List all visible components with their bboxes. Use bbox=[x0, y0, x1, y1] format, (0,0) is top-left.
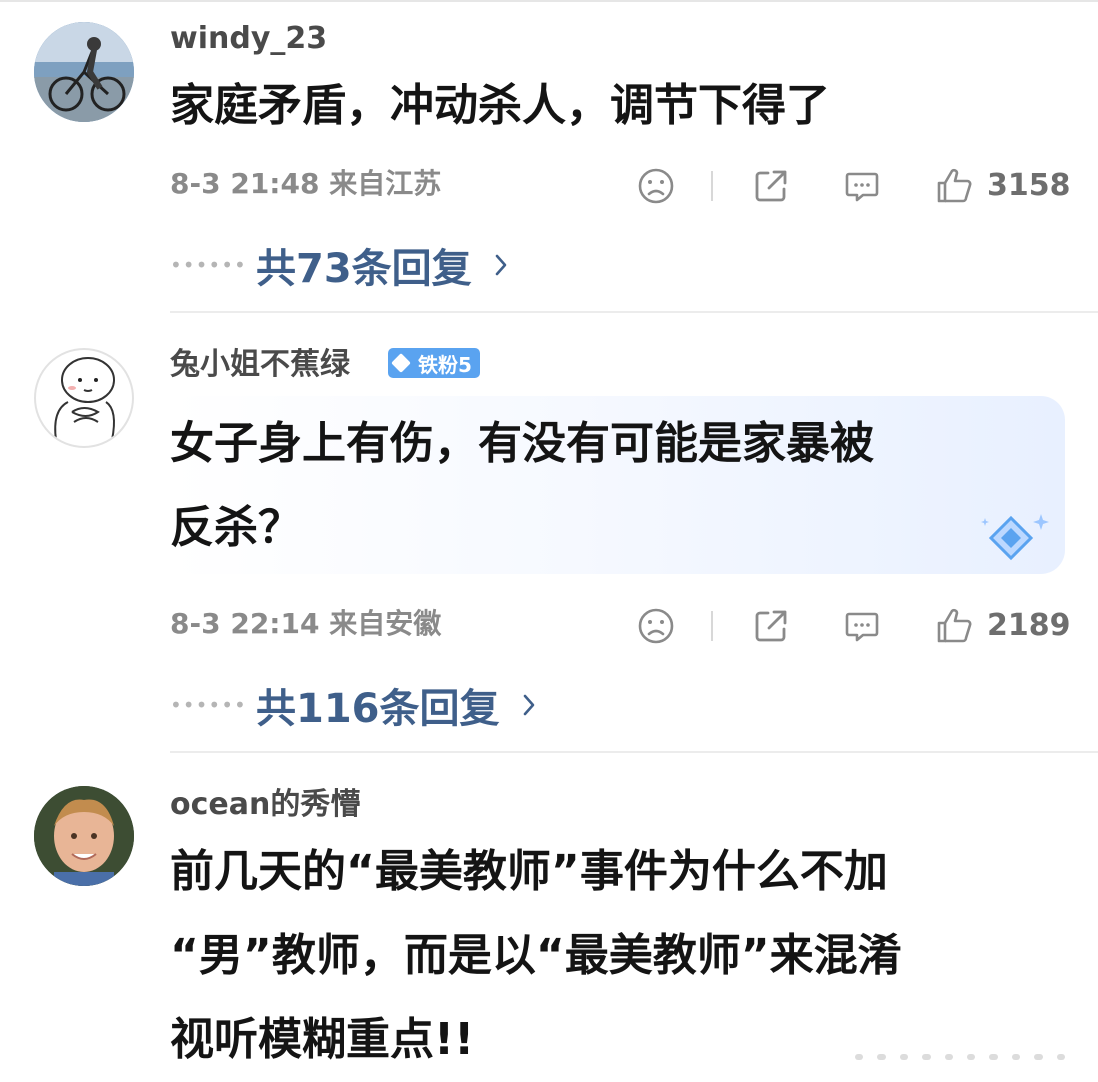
comment-body-line: 女子身上有伤，有没有可能是家暴被 bbox=[170, 418, 874, 469]
frown-face-icon bbox=[638, 608, 674, 644]
dislike-button[interactable] bbox=[637, 606, 675, 646]
sparkle-diamond-icon bbox=[981, 514, 1049, 561]
share-button[interactable] bbox=[752, 606, 790, 646]
username[interactable]: windy_23 bbox=[170, 24, 327, 54]
comment-body-line: “男”教师，而是以“最美教师”来混淆 bbox=[170, 930, 902, 981]
fan-badge[interactable]: 铁粉5 bbox=[388, 348, 480, 378]
action-separator bbox=[711, 171, 713, 201]
comment-button[interactable] bbox=[843, 166, 881, 206]
like-count: 2189 bbox=[987, 608, 1071, 643]
chevron-right-icon bbox=[495, 254, 506, 276]
chevron-right-icon bbox=[523, 694, 534, 716]
thumbs-up-icon bbox=[937, 608, 972, 643]
comment-item: 兔小姐不蕉绿 铁粉5 女子身上有伤，有没有可能是家暴被 反杀？ 8-3 22:1… bbox=[0, 312, 1098, 752]
frown-face-icon bbox=[638, 168, 674, 204]
dislike-button[interactable] bbox=[637, 166, 675, 206]
action-bar: 3158 bbox=[0, 166, 1098, 206]
dotted-leader: •••••• bbox=[170, 253, 247, 277]
share-button[interactable] bbox=[752, 166, 790, 206]
horizontal-scroll-indicator bbox=[855, 1054, 1066, 1060]
comment-body: 前几天的“最美教师”事件为什么不加 “男”教师，而是以“最美教师”来混淆 视听模… bbox=[170, 830, 902, 1082]
comment-body-line: 家庭矛盾，冲动杀人，调节下得了 bbox=[170, 80, 830, 131]
avatar[interactable] bbox=[34, 348, 134, 448]
avatar[interactable] bbox=[34, 786, 134, 886]
comment-item: ocean的秀懵 前几天的“最美教师”事件为什么不加 “男”教师，而是以“最美教… bbox=[0, 752, 1098, 1065]
username[interactable]: ocean的秀懵 bbox=[170, 790, 360, 820]
comment-bubble-icon bbox=[845, 612, 879, 642]
like-button[interactable]: 2189 bbox=[935, 606, 1071, 646]
comment-bubble-icon bbox=[845, 172, 879, 202]
fan-badge-label: 铁粉5 bbox=[418, 352, 472, 377]
action-separator bbox=[711, 611, 713, 641]
username[interactable]: 兔小姐不蕉绿 bbox=[170, 350, 350, 380]
avatar[interactable] bbox=[34, 22, 134, 122]
diamond-icon bbox=[391, 353, 411, 373]
action-bar: 2189 bbox=[0, 606, 1098, 646]
dotted-leader: •••••• bbox=[170, 693, 247, 717]
comment-button[interactable] bbox=[843, 606, 881, 646]
like-count: 3158 bbox=[987, 168, 1071, 203]
like-button[interactable]: 3158 bbox=[935, 166, 1071, 206]
comment-item: windy_23 家庭矛盾，冲动杀人，调节下得了 8-3 21:48 来自江苏 bbox=[0, 0, 1098, 310]
replies-row[interactable]: •••••• 共116条回复 bbox=[170, 680, 536, 732]
comment-body-line: 反杀？ bbox=[170, 502, 302, 553]
reply-count-link[interactable]: 共116条回复 bbox=[256, 676, 500, 734]
share-icon bbox=[755, 170, 787, 202]
reply-count-link[interactable]: 共73条回复 bbox=[256, 236, 472, 294]
comment-body: 家庭矛盾，冲动杀人，调节下得了 bbox=[170, 64, 830, 148]
comment-body: 女子身上有伤，有没有可能是家暴被 反杀？ bbox=[170, 402, 874, 570]
share-icon bbox=[755, 610, 787, 642]
comment-body-line: 前几天的“最美教师”事件为什么不加 bbox=[170, 846, 888, 897]
replies-row[interactable]: •••••• 共73条回复 bbox=[170, 240, 508, 292]
thumbs-up-icon bbox=[937, 168, 972, 203]
comment-body-line: 视听模糊重点!! bbox=[170, 1014, 475, 1065]
